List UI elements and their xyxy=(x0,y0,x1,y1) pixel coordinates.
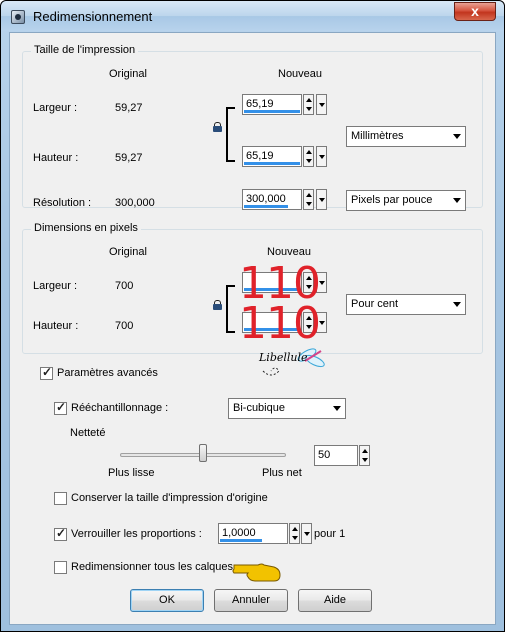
pixel-width-original: 700 xyxy=(115,280,134,292)
sharpness-spin-arrows[interactable] xyxy=(359,445,370,466)
print-height-label: Hauteur : xyxy=(33,152,79,164)
close-button[interactable]: x xyxy=(454,2,496,21)
print-unit-select[interactable]: Millimètres xyxy=(346,126,466,147)
advanced-checkbox[interactable] xyxy=(40,365,53,380)
resample-select[interactable]: Bi-cubique xyxy=(228,398,346,419)
keep-print-size-checkbox[interactable] xyxy=(54,492,67,505)
print-width-label: Largeur : xyxy=(33,102,78,114)
ratio-spinbox[interactable]: 1,0000 xyxy=(218,523,312,545)
keep-print-size-label[interactable]: Conserver la taille d'impression d'origi… xyxy=(71,492,268,504)
slider-max-label: Plus net xyxy=(262,467,302,479)
print-height-original: 59,27 xyxy=(115,152,143,164)
sharpness-spinbox[interactable]: 50 xyxy=(314,445,376,467)
sharpness-input[interactable]: 50 xyxy=(314,445,358,466)
pixel-col-original: Original xyxy=(109,246,147,258)
print-width-input[interactable]: 65,19 xyxy=(242,94,302,115)
print-link-bracket xyxy=(226,107,235,162)
print-height-spinbox[interactable]: 65,19 xyxy=(242,146,329,168)
resolution-dropdown-icon[interactable] xyxy=(316,189,327,210)
print-size-title: Taille de l'impression xyxy=(31,44,139,56)
libellule-text: Libellule xyxy=(259,351,308,364)
chevron-down-icon xyxy=(453,302,461,307)
print-width-spin-arrows[interactable] xyxy=(303,94,314,115)
pixel-lock-icon[interactable] xyxy=(213,300,222,310)
resolution-input[interactable]: 300,000 xyxy=(242,189,302,210)
print-width-spinbox[interactable]: 65,19 xyxy=(242,94,329,116)
print-height-input[interactable]: 65,19 xyxy=(242,146,302,167)
resize-layers-checkbox[interactable] xyxy=(54,561,67,574)
resolution-unit-select[interactable]: Pixels par pouce xyxy=(346,190,466,211)
print-lock-icon[interactable] xyxy=(213,122,222,132)
resolution-spin-arrows[interactable] xyxy=(303,189,314,210)
resolution-spinbox[interactable]: 300,000 xyxy=(242,189,329,211)
resolution-label: Résolution : xyxy=(33,197,92,209)
resample-checkbox[interactable] xyxy=(54,400,67,415)
pixel-link-bracket xyxy=(226,285,235,333)
cancel-button[interactable]: Annuler xyxy=(214,589,288,612)
print-size-group: Taille de l'impression Original Nouveau … xyxy=(22,44,483,211)
ratio-suffix: pour 1 xyxy=(314,528,346,540)
pixel-height-original: 700 xyxy=(115,320,134,332)
print-width-dropdown-icon[interactable] xyxy=(316,94,327,115)
ratio-spin-arrows[interactable] xyxy=(289,523,300,544)
sharpness-slider-thumb[interactable] xyxy=(199,444,207,462)
pixel-height-label: Hauteur : xyxy=(33,320,79,332)
print-height-dropdown-icon[interactable] xyxy=(316,146,327,167)
help-button[interactable]: Aide xyxy=(298,589,372,612)
dialog-body: Taille de l'impression Original Nouveau … xyxy=(9,32,496,625)
advanced-label[interactable]: Paramètres avancés xyxy=(57,367,158,379)
chevron-down-icon xyxy=(453,198,461,203)
chevron-down-icon xyxy=(333,406,341,411)
lock-ratio-label[interactable]: Verrouiller les proportions : xyxy=(71,528,202,540)
pixel-height-overlay-value: 110 xyxy=(239,298,321,349)
pixel-width-label: Largeur : xyxy=(33,280,78,292)
slider-min-label: Plus lisse xyxy=(108,467,155,479)
resample-label[interactable]: Rééchantillonnage : xyxy=(71,402,168,414)
pixel-dims-group: Dimensions en pixels Original Nouveau La… xyxy=(22,222,483,354)
pixel-col-new: Nouveau xyxy=(267,246,312,258)
ratio-input[interactable]: 1,0000 xyxy=(218,523,288,544)
pixel-unit-select[interactable]: Pour cent xyxy=(346,294,466,315)
app-icon xyxy=(11,10,25,24)
dialog-window: Redimensionnement x Taille de l'impressi… xyxy=(0,0,505,632)
ratio-dropdown-icon[interactable] xyxy=(301,523,312,544)
resolution-original: 300,000 xyxy=(115,197,155,209)
libellule-watermark: Libellule xyxy=(255,343,331,381)
lock-ratio-checkbox[interactable] xyxy=(54,526,67,541)
print-width-original: 59,27 xyxy=(115,102,143,114)
title-bar[interactable]: Redimensionnement x xyxy=(1,1,504,31)
sharpness-label: Netteté xyxy=(70,427,106,439)
pixel-dims-title: Dimensions en pixels xyxy=(31,222,141,234)
chevron-down-icon xyxy=(453,134,461,139)
print-col-new: Nouveau xyxy=(278,68,323,80)
ok-button[interactable]: OK xyxy=(130,589,204,612)
window-title: Redimensionnement xyxy=(33,9,153,24)
print-height-spin-arrows[interactable] xyxy=(303,146,314,167)
print-col-original: Original xyxy=(109,68,147,80)
pointing-hand-icon xyxy=(232,563,281,582)
resize-layers-label[interactable]: Redimensionner tous les calques xyxy=(71,561,233,573)
